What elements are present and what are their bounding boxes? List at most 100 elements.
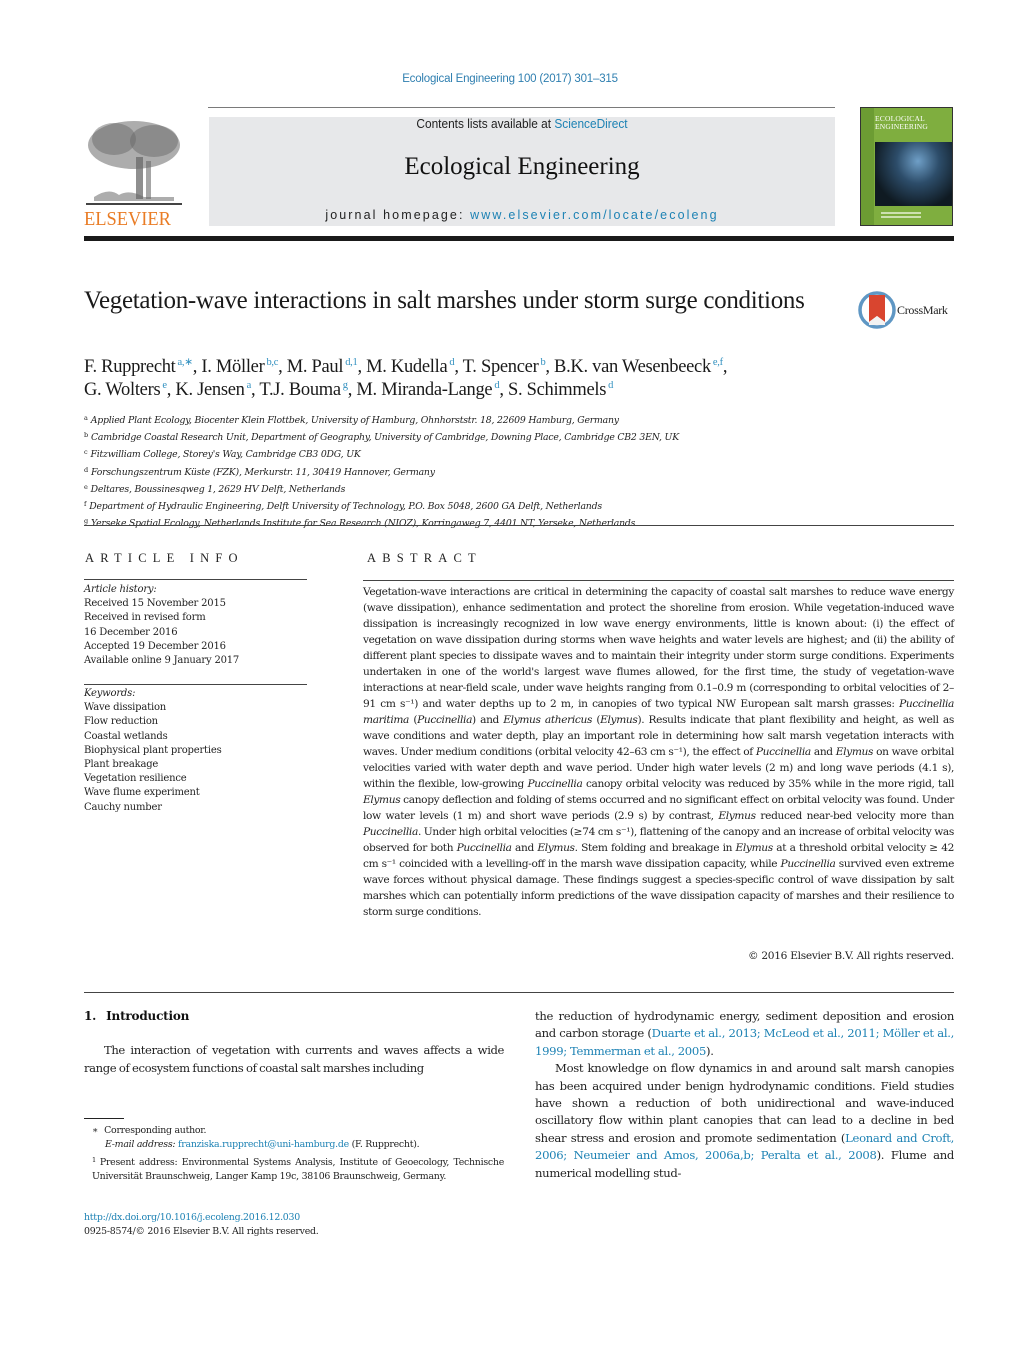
abstract-segment: ( [409,714,418,726]
footnote-text: Corresponding author. [104,1125,207,1136]
header-rule [208,107,835,108]
affiliation-marker[interactable]: d [608,380,613,391]
crossmark-button[interactable]: CrossMark [858,290,958,330]
keywords-block: Keywords: Wave dissipation Flow reduction… [84,687,314,815]
homepage-line: journal homepage: www.elsevier.com/locat… [209,208,835,222]
author[interactable]: K. Jensen [175,380,245,400]
author[interactable]: M. Kudella [366,357,448,377]
introduction-paragraph-2: Most knowledge on flow dynamics in and a… [535,1060,954,1182]
affiliation-text: Department of Hydraulic Engineering, Del… [89,501,602,513]
abstract-segment: ( [592,714,601,726]
author[interactable]: G. Wolters [84,380,161,400]
affiliation-item: a Applied Plant Ecology, Biocenter Klein … [84,411,954,428]
affiliation-item: g Yerseke Spatial Ecology, Netherlands In… [84,514,954,531]
elsevier-logo[interactable]: ELSEVIER [84,117,186,229]
footnotes: ∗ Corresponding author. E-mail address: f… [84,1124,504,1185]
journal-homepage-link[interactable]: www.elsevier.com/locate/ecoleng [470,208,719,222]
history-item: 16 December 2016 [84,626,178,638]
abstract-segment: reduced near-bed velocity more than [755,810,954,822]
affiliation-item: c Fitzwilliam College, Storey's Way, Camb… [84,445,954,462]
species-name: Elymus [735,842,774,854]
doi-link[interactable]: http://dx.doi.org/10.1016/j.ecoleng.2016… [84,1211,504,1225]
author-separator: , [722,357,728,377]
body-rule [84,992,954,993]
sciencedirect-link[interactable]: ScienceDirect [554,117,627,131]
article-info-heading: ARTICLE INFO [85,551,244,565]
history-item: Received 15 November 2015 [84,598,226,610]
email-note: E-mail address: franziska.rupprecht@uni-… [84,1138,504,1152]
species-name: Puccinellia [363,826,418,838]
corresponding-author-note: ∗ Corresponding author. [84,1124,504,1138]
crossmark-icon [858,291,896,329]
author[interactable]: F. Rupprecht [84,357,176,377]
author-separator: , [278,357,287,377]
keyword-item: Coastal wetlands [84,730,168,742]
affiliation-item: f Department of Hydraulic Engineering, De… [84,497,954,514]
author-separator: , [545,357,555,377]
affiliation-marker[interactable]: e,f [713,357,723,368]
species-name: Elymus [600,714,638,726]
section-rule [84,525,954,526]
cover-image [875,142,952,206]
cover-title-line2: ENGINEERING [875,122,929,131]
introduction-paragraph-1: the reduction of hydrodynamic energy, se… [535,1008,954,1060]
species-name: Puccinellia [456,842,512,854]
species-name: Puccinellia [755,746,811,758]
article-history-list: Received 15 November 2015 Received in rev… [84,597,314,668]
author[interactable]: T. Spencer [463,357,539,377]
email-link[interactable]: franziska.rupprecht@uni-hamburg.de [178,1139,349,1150]
affiliation-text: Forschungszentrum Küste (FZK), Merkurstr… [90,466,435,478]
author[interactable]: M. Paul [287,357,344,377]
affiliation-text: Cambridge Coastal Research Unit, Departm… [90,432,679,444]
abstract-rule [363,580,954,581]
author-separator: , [454,357,463,377]
keywords-rule [84,684,307,685]
species-name: Elymus [718,810,756,822]
keyword-item: Plant breakage [84,759,159,771]
abstract-copyright: © 2016 Elsevier B.V. All rights reserved… [748,950,954,962]
author[interactable]: T.J. Bouma [259,380,341,400]
species-name: Elymus [537,842,575,854]
abstract-heading: ABSTRACT [367,551,482,565]
journal-citation-link[interactable]: Ecological Engineering 100 (2017) 301–31… [0,73,1020,85]
present-address-note: 1 Present address: Environmental Systems … [84,1153,504,1185]
email-suffix: (F. Rupprecht). [348,1139,420,1151]
affiliation-marker[interactable]: d,1 [345,357,358,368]
article-history: Article history: Received 15 November 20… [84,583,314,668]
contents-line: Contents lists available at ScienceDirec… [225,117,820,131]
history-item: Accepted 19 December 2016 [84,640,226,652]
affiliation-key: f [84,500,87,509]
author[interactable]: B.K. van Wesenbeeck [554,357,711,377]
journal-cover-thumbnail[interactable]: ECOLOGICAL ENGINEERING [860,107,953,226]
affiliation-key: d [84,465,88,474]
journal-title: Ecological Engineering [404,153,640,180]
header-thick-rule [84,236,954,241]
affiliation-marker[interactable]: b,c [266,357,278,368]
cover-spine [861,108,874,225]
abstract-segment: and [810,746,836,758]
species-name: Puccinellia [780,858,836,870]
affiliation-item: e Deltares, Boussinesqweg 1, 2629 HV Delf… [84,480,954,497]
section-title: Introduction [106,1009,190,1023]
species-name: Elymus athericus [503,714,593,726]
section-number: 1. [84,1009,97,1023]
abstract-text: Vegetation-wave interactions are critica… [363,584,954,920]
keywords-label: Keywords: [84,688,136,699]
footnote-mark: ∗ [92,1125,99,1136]
affiliation-item: d Forschungszentrum Küste (FZK), Merkurst… [84,463,954,480]
footnote-mark: 1 [92,1155,96,1164]
issn-line: 0925-8574/© 2016 Elsevier B.V. All right… [84,1226,319,1238]
author[interactable]: S. Schimmels [508,380,606,400]
article-title: Vegetation-wave interactions in salt mar… [84,287,805,314]
author[interactable]: I. Möller [201,357,264,377]
journal-masthead: Contents lists available at ScienceDirec… [209,117,835,226]
species-name: Puccinellia [527,778,583,790]
elsevier-tree-icon [84,117,184,209]
introduction-heading: 1. Introduction [84,1009,189,1023]
affiliation-marker[interactable]: a,∗ [178,357,193,368]
keywords-list: Wave dissipation Flow reduction Coastal we… [84,701,314,815]
footnote-rule [84,1118,124,1119]
author[interactable]: M. Miranda-Lange [356,380,492,400]
author-list: F. Rupprecht a,∗, I. Möller b,c, M. Paul d,… [84,356,954,402]
contents-prefix: Contents lists available at [416,117,555,131]
